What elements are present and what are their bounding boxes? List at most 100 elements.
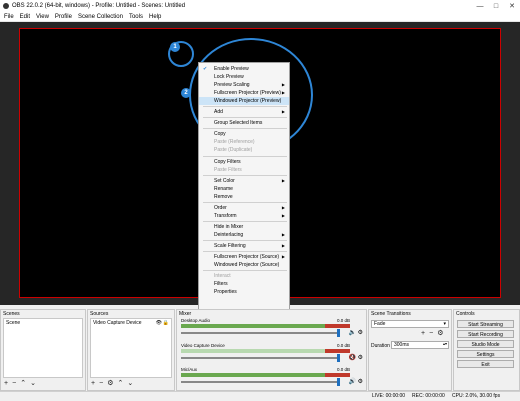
close-icon[interactable]: ✕	[504, 0, 520, 12]
gear-icon[interactable]: ⚙	[358, 354, 363, 361]
remove-transition-icon[interactable]: −	[429, 330, 433, 338]
volume-slider-handle[interactable]	[337, 354, 340, 362]
context-menu-item-hide-in-mixer[interactable]: Hide in Mixer	[199, 223, 289, 231]
mixer-title: Mixer	[179, 311, 192, 317]
context-menu-item-preview-scaling[interactable]: Preview Scaling ▶	[199, 81, 289, 89]
menu-separator	[203, 270, 287, 272]
remove-scene-icon[interactable]: −	[12, 380, 16, 388]
window-controls: — □ ✕	[472, 0, 520, 12]
speaker-icon[interactable]: 🔊	[349, 378, 356, 385]
spinner-icon[interactable]: ▴▾	[443, 341, 447, 346]
sources-title: Sources	[90, 311, 109, 317]
settings-button[interactable]: Settings	[457, 350, 514, 358]
move-down-icon[interactable]: ⌄	[127, 380, 133, 388]
menu-bar: File Edit View Profile Scene Collection …	[0, 12, 520, 22]
menu-profile[interactable]: Profile	[55, 14, 72, 20]
context-menu-item-fullscreen-projector-source[interactable]: Fullscreen Projector (Source) ▶	[199, 253, 289, 261]
menu-separator	[203, 106, 287, 108]
context-menu-item-enable-preview[interactable]: Enable Preview ✔	[199, 65, 289, 73]
chevron-down-icon: ▾	[443, 321, 446, 327]
gear-icon[interactable]: ⚙	[107, 380, 113, 388]
context-menu-item-paste-filters: Paste Filters	[199, 166, 289, 174]
menu-separator	[203, 174, 287, 176]
transition-select-value: Fade	[374, 321, 386, 327]
add-transition-icon[interactable]: +	[421, 330, 425, 338]
menu-file[interactable]: File	[4, 14, 14, 20]
mixer-channel: Desktop Audio 0.0 dB 🔈 ⚙	[179, 318, 364, 342]
minimize-icon[interactable]: —	[472, 0, 488, 12]
mixer-dock: Mixer Desktop Audio 0.0 dB 🔈 ⚙ Video Cap…	[176, 309, 367, 391]
context-menu-item-group-selected-items[interactable]: Group Selected Items	[199, 119, 289, 127]
context-menu-item-windowed-projector-preview[interactable]: Windowed Projector (Preview)	[199, 97, 289, 106]
gear-icon[interactable]: ⚙	[358, 329, 363, 336]
muted-speaker-icon[interactable]: 🔇	[349, 354, 356, 361]
live-status: LIVE: 00:00:00	[372, 393, 406, 399]
scene-transitions-dock: Scene Transitions Fade ▾ + − ⚙ Duration …	[368, 309, 452, 391]
move-down-icon[interactable]: ⌄	[30, 380, 36, 388]
context-menu-item-set-color[interactable]: Set Color ▶	[199, 177, 289, 185]
exit-button[interactable]: Exit	[457, 360, 514, 368]
context-menu-item-label: Windowed Projector (Preview)	[214, 98, 282, 105]
context-menu-item-remove[interactable]: Remove	[199, 193, 289, 201]
duration-label: Duration	[371, 343, 390, 349]
chevron-right-icon: ▶	[281, 242, 285, 248]
context-menu-item-scale-filtering[interactable]: Scale Filtering ▶	[199, 242, 289, 250]
context-menu-item-order[interactable]: Order ▶	[199, 204, 289, 212]
chevron-right-icon: ▶	[281, 82, 285, 88]
menu-tools[interactable]: Tools	[129, 14, 143, 20]
context-menu-item-label: Scale Filtering	[214, 242, 246, 249]
context-menu-item-label: Copy	[214, 131, 226, 138]
context-menu-item-windowed-projector-source[interactable]: Windowed Projector (Source)	[199, 261, 289, 269]
context-menu-item-label: Fullscreen Projector (Source)	[214, 254, 280, 260]
context-menu-item-properties[interactable]: Properties	[199, 288, 289, 296]
scene-item[interactable]: Scene	[4, 319, 82, 327]
context-menu-item-rename[interactable]: Rename	[199, 185, 289, 193]
start-streaming-button[interactable]: Start Streaming	[457, 320, 514, 328]
chevron-right-icon: ▶	[281, 254, 285, 259]
volume-slider[interactable]	[181, 378, 340, 386]
volume-slider[interactable]	[181, 354, 340, 362]
volume-slider[interactable]	[181, 329, 340, 337]
studio-mode-button[interactable]: Studio Mode	[457, 340, 514, 348]
duration-input[interactable]: 300ms ▴▾	[391, 341, 449, 349]
move-up-icon[interactable]: ⌃	[20, 380, 26, 388]
gear-icon[interactable]: ⚙	[358, 378, 363, 385]
eye-icon[interactable]: 👁	[156, 319, 162, 327]
menu-help[interactable]: Help	[149, 14, 161, 20]
mixer-channel-db: 0.0 dB	[336, 318, 350, 323]
transition-select[interactable]: Fade ▾	[371, 320, 449, 328]
menu-scene-collection[interactable]: Scene Collection	[78, 14, 123, 20]
move-up-icon[interactable]: ⌃	[117, 380, 123, 388]
context-menu-item-transform[interactable]: Transform ▶	[199, 212, 289, 220]
remove-source-icon[interactable]: −	[99, 380, 103, 388]
source-item[interactable]: Video Capture Device 👁 🔒	[91, 319, 171, 327]
gear-icon[interactable]: ⚙	[437, 330, 443, 338]
context-menu-item-copy-filters[interactable]: Copy Filters	[199, 158, 289, 166]
context-menu-item-lock-preview[interactable]: Lock Preview	[199, 73, 289, 81]
context-menu-item-label: Fullscreen Projector (Preview)	[214, 90, 281, 97]
start-recording-button[interactable]: Start Recording	[457, 330, 514, 338]
menu-edit[interactable]: Edit	[20, 14, 30, 20]
lock-icon[interactable]: 🔒	[163, 319, 169, 327]
mixer-channel-name: Video Capture Device	[181, 343, 225, 348]
context-menu-item-label: Filters	[214, 281, 228, 288]
volume-meter	[181, 373, 350, 377]
add-scene-icon[interactable]: +	[4, 380, 8, 388]
context-menu-item-fullscreen-projector-preview[interactable]: Fullscreen Projector (Preview) ▶	[199, 89, 289, 97]
context-menu-item-filters[interactable]: Filters	[199, 280, 289, 288]
volume-slider-handle[interactable]	[337, 378, 340, 386]
context-menu-item-label: Rename	[214, 185, 233, 192]
maximize-icon[interactable]: □	[488, 0, 504, 12]
context-menu-item-copy[interactable]: Copy	[199, 130, 289, 138]
context-menu-item-deinterlacing[interactable]: Deinterlacing ▶	[199, 231, 289, 239]
mixer-channel-db: 0.0 dB	[336, 343, 350, 348]
menu-separator	[203, 239, 287, 241]
volume-slider-handle[interactable]	[337, 329, 340, 337]
context-menu-item-add[interactable]: Add ▶	[199, 108, 289, 116]
menu-view[interactable]: View	[36, 14, 49, 20]
mute-speaker-icon[interactable]: 🔈	[349, 329, 356, 336]
context-menu-item-label: Paste (Duplicate)	[214, 147, 253, 154]
controls-title: Controls	[456, 311, 475, 317]
scenes-toolbar: + − ⌃ ⌄	[4, 380, 40, 388]
add-source-icon[interactable]: +	[91, 380, 95, 388]
